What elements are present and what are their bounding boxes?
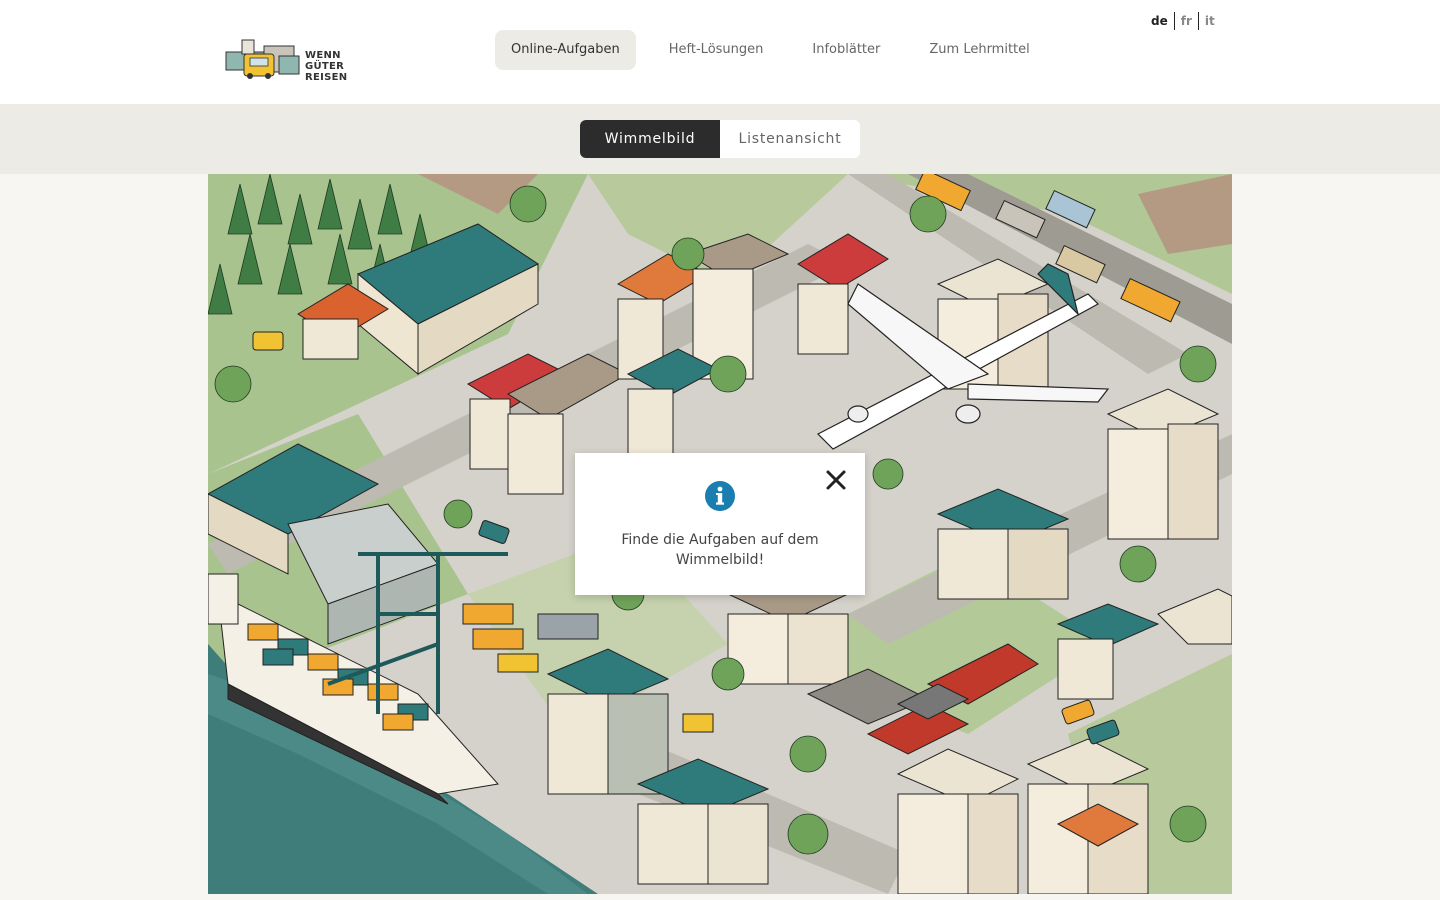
site-logo[interactable]: WENN GÜTER REISEN [224,26,384,83]
logo-line-2: GÜTER REISEN [305,61,348,83]
logo-line-1: WENN [305,50,341,61]
info-icon [705,481,735,511]
view-toggle: Wimmelbild Listenansicht [580,120,860,158]
lang-fr[interactable]: fr [1173,12,1198,30]
nav-zum-lehrmittel[interactable]: Zum Lehrmittel [913,30,1045,70]
lang-it[interactable]: it [1197,12,1221,30]
nav-heft-loesungen[interactable]: Heft-Lösungen [653,30,780,70]
nav-infoblaetter[interactable]: Infoblätter [796,30,896,70]
logo-text: WENN GÜTER REISEN [305,50,384,83]
popup-message: Finde die Aufgaben auf dem Wimmelbild! [621,532,819,568]
main-nav: Online-Aufgaben Heft-Lösungen Infoblätte… [495,30,1063,70]
logo-illustration [225,39,300,79]
toggle-listenansicht[interactable]: Listenansicht [720,120,860,158]
main-area: Finde die Aufgaben auf dem Wimmelbild! [0,174,1440,900]
view-toggle-bar: Wimmelbild Listenansicht [0,104,1440,174]
info-popup: Finde die Aufgaben auf dem Wimmelbild! [575,453,865,595]
site-header: WENN GÜTER REISEN Online-Aufgaben Heft-L… [0,0,1440,104]
toggle-wimmelbild[interactable]: Wimmelbild [580,120,720,158]
close-icon[interactable] [825,469,847,491]
lang-de[interactable]: de [1151,12,1174,30]
nav-online-aufgaben[interactable]: Online-Aufgaben [495,30,636,70]
language-switcher: de fr it [1151,12,1221,30]
